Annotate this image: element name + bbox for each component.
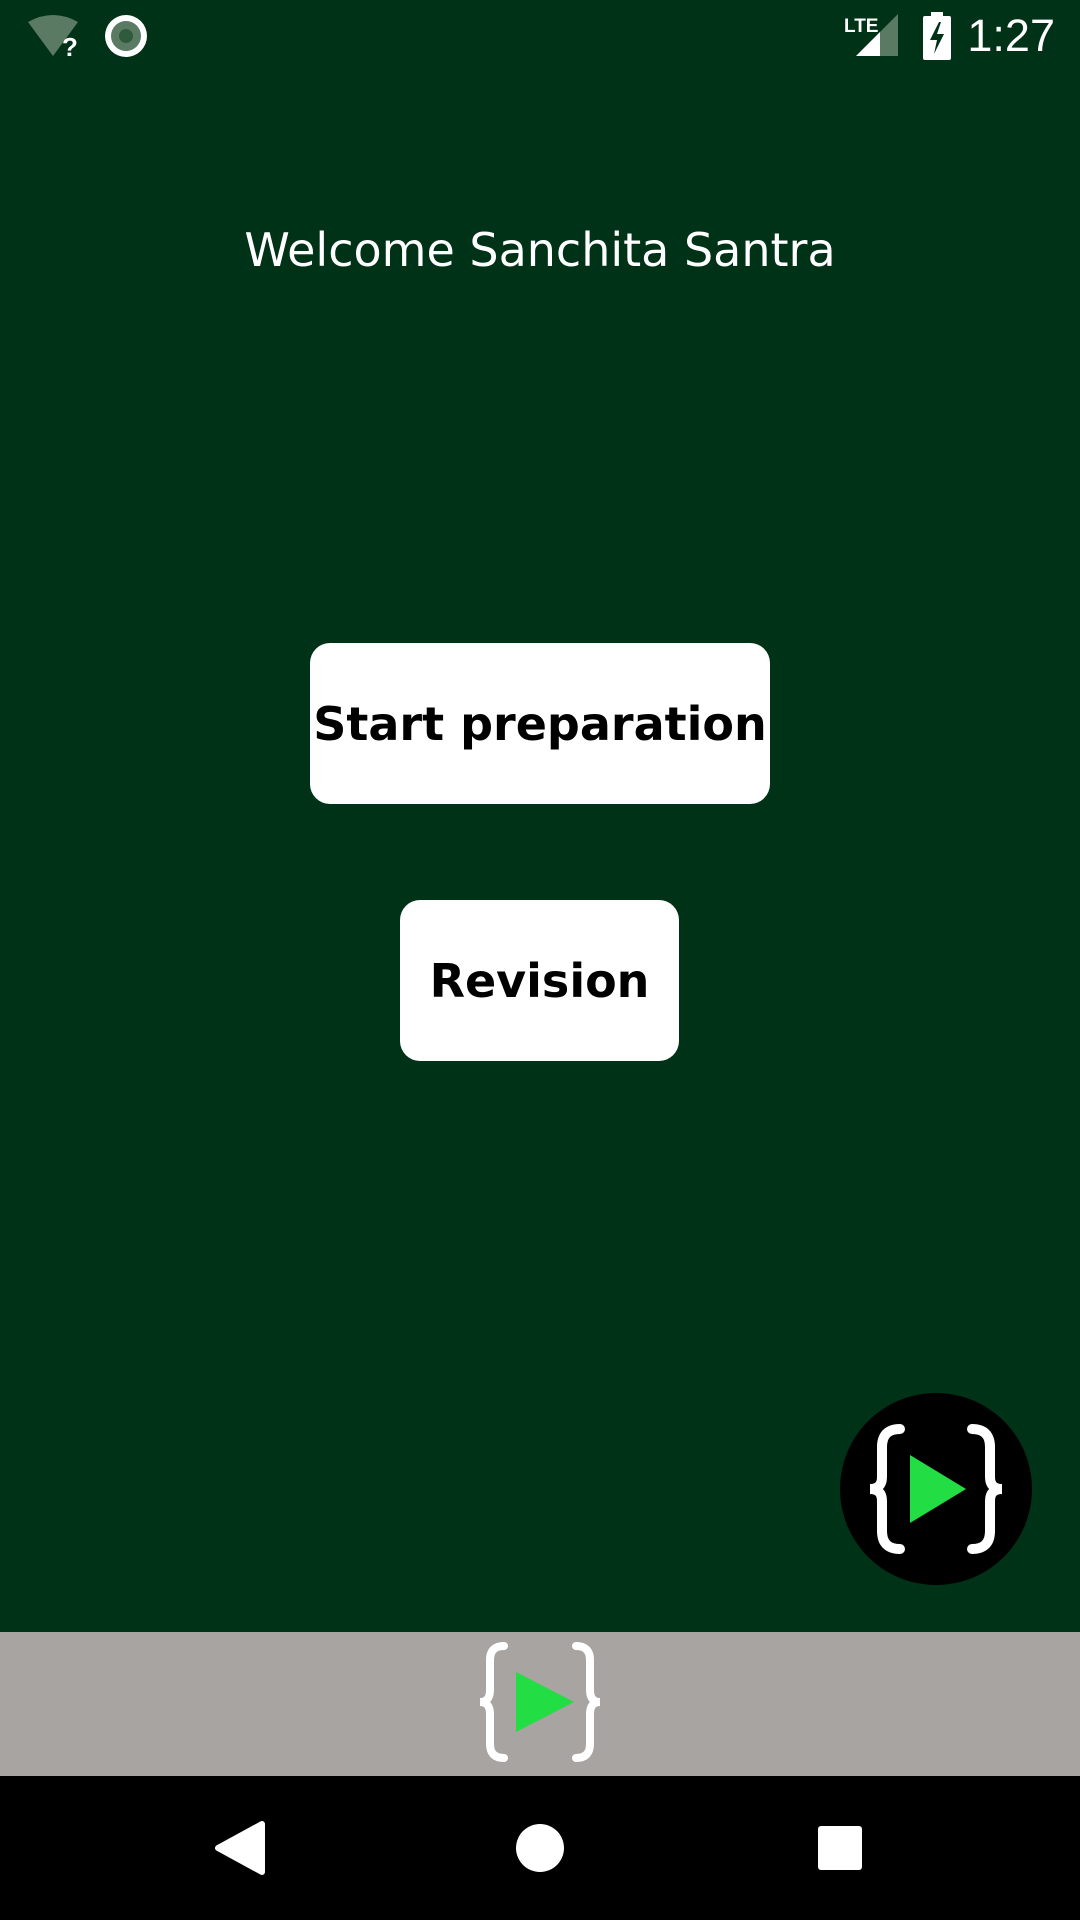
revision-button[interactable]: Revision — [400, 900, 679, 1061]
floating-logo-button[interactable] — [840, 1393, 1032, 1585]
lte-signal-icon: LTE — [844, 14, 898, 56]
nav-back-button[interactable] — [160, 1776, 320, 1920]
brace-play-logo-icon — [479, 1642, 601, 1762]
back-icon — [215, 1821, 265, 1875]
start-preparation-label: Start preparation — [313, 696, 767, 751]
nav-home-button[interactable] — [460, 1776, 620, 1920]
navigation-bar — [0, 1776, 1080, 1920]
sync-icon — [105, 15, 147, 57]
nav-recents-button[interactable] — [760, 1776, 920, 1920]
svg-text:LTE: LTE — [844, 16, 878, 37]
revision-label: Revision — [429, 953, 650, 1008]
home-icon — [516, 1824, 564, 1872]
status-bar: ? LTE 1:27 — [0, 0, 1080, 72]
brace-play-logo-icon — [869, 1424, 1003, 1554]
start-preparation-button[interactable]: Start preparation — [310, 643, 770, 804]
bottom-banner — [0, 1632, 1080, 1776]
welcome-text: Welcome Sanchita Santra — [244, 223, 836, 277]
wifi-unknown-icon: ? — [28, 15, 78, 58]
status-time: 1:27 — [967, 10, 1055, 61]
battery-charging-icon — [923, 12, 951, 60]
svg-text:?: ? — [62, 32, 78, 58]
recents-icon — [818, 1826, 862, 1870]
app-screen: ? LTE 1:27 Welcome Sanchita Santra Start… — [0, 0, 1080, 1920]
